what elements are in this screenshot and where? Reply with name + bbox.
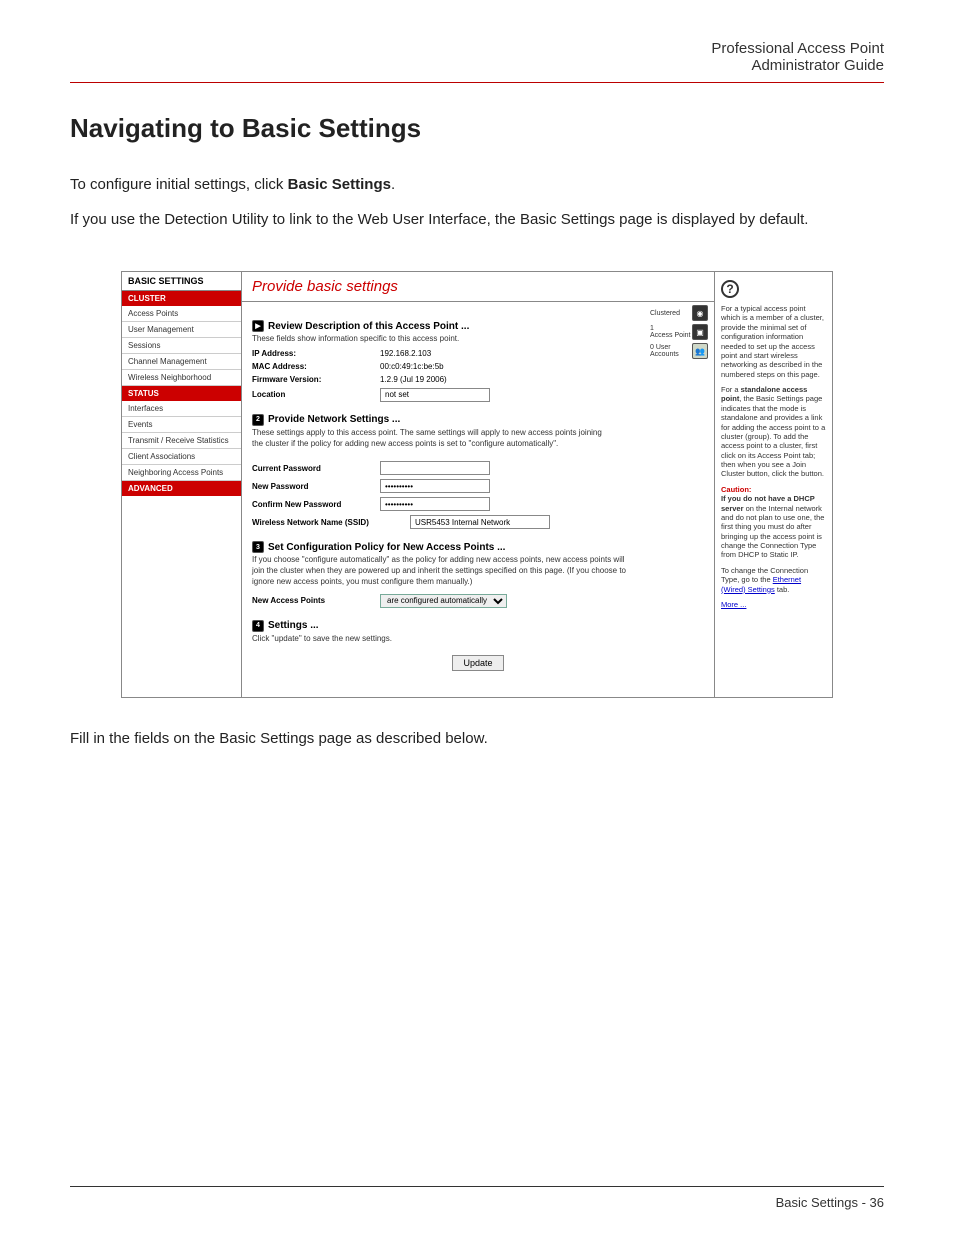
section-2-sub: These settings apply to this access poin…: [252, 428, 612, 450]
sidebar-item-client-associations[interactable]: Client Associations: [122, 449, 241, 465]
ip-label: IP Address:: [252, 349, 372, 358]
intro-paragraph-2: If you use the Detection Utility to link…: [70, 209, 884, 232]
sidebar-item-neighboring-aps[interactable]: Neighboring Access Points: [122, 465, 241, 481]
mac-value: 00:c0:49:1c:be:5b: [380, 362, 444, 371]
section-1-heading: ▶ Review Description of this Access Poin…: [252, 320, 704, 332]
sidebar-section-cluster: CLUSTER: [122, 291, 241, 306]
help-p4: To change the Connection Type, go to the…: [721, 566, 826, 594]
center-panel: Provide basic settings Clustered ◉ 1Acce…: [242, 272, 714, 697]
fw-value: 1.2.9 (Jul 19 2006): [380, 375, 447, 384]
new-access-points-select[interactable]: are configured automatically: [380, 594, 507, 608]
current-password-input[interactable]: [380, 461, 490, 475]
badge-clustered[interactable]: Clustered ◉: [650, 305, 708, 321]
help-icon[interactable]: ?: [721, 280, 739, 298]
sidebar-title[interactable]: BASIC SETTINGS: [122, 272, 241, 291]
location-input[interactable]: [380, 388, 490, 402]
help-p2: For a standalone access point, the Basic…: [721, 385, 826, 479]
new-pw-label: New Password: [252, 482, 372, 491]
section-3-heading: 3 Set Configuration Policy for New Acces…: [252, 541, 704, 553]
step-2-icon: 2: [252, 414, 264, 426]
outro-paragraph: Fill in the fields on the Basic Settings…: [70, 728, 884, 751]
confirm-password-input[interactable]: [380, 497, 490, 511]
help-caution: Caution: If you do not have a DHCP serve…: [721, 485, 826, 560]
confirm-pw-label: Confirm New Password: [252, 500, 372, 509]
mac-label: MAC Address:: [252, 362, 372, 371]
step-3-icon: 3: [252, 541, 264, 553]
cluster-icon: ◉: [692, 305, 708, 321]
intro-paragraph-1: To configure initial settings, click Bas…: [70, 174, 884, 197]
sidebar-item-sessions[interactable]: Sessions: [122, 338, 241, 354]
section-2-heading: 2 Provide Network Settings ...: [252, 414, 704, 426]
status-badges: Clustered ◉ 1Access Point ▣ 0 UserAccoun…: [650, 302, 708, 362]
badge-user-accounts[interactable]: 0 UserAccounts 👥: [650, 343, 708, 359]
badge-access-point[interactable]: 1Access Point ▣: [650, 324, 708, 340]
users-icon: 👥: [692, 343, 708, 359]
new-password-input[interactable]: [380, 479, 490, 493]
nap-label: New Access Points: [252, 596, 372, 605]
footer-divider: [70, 1186, 884, 1187]
update-button[interactable]: Update: [452, 655, 503, 671]
section-4-heading: 4 Settings ...: [252, 620, 704, 632]
sidebar-item-events[interactable]: Events: [122, 417, 241, 433]
ssid-label: Wireless Network Name (SSID): [252, 518, 402, 527]
embedded-screenshot: BASIC SETTINGS CLUSTER Access Points Use…: [121, 271, 833, 698]
sidebar-item-tx-rx-stats[interactable]: Transmit / Receive Statistics: [122, 433, 241, 449]
sidebar-item-wireless-neighborhood[interactable]: Wireless Neighborhood: [122, 370, 241, 386]
doc-header: Professional Access Point Administrator …: [70, 40, 884, 83]
sidebar-item-channel-management[interactable]: Channel Management: [122, 354, 241, 370]
section-4-sub: Click "update" to save the new settings.: [252, 634, 704, 645]
sidebar-section-status: STATUS: [122, 386, 241, 401]
ssid-input[interactable]: [410, 515, 550, 529]
sidebar-item-user-management[interactable]: User Management: [122, 322, 241, 338]
section-3-sub: If you choose "configure automatically" …: [252, 555, 632, 587]
page-title: Navigating to Basic Settings: [70, 113, 884, 144]
doc-header-line2: Administrator Guide: [751, 57, 884, 74]
sidebar: BASIC SETTINGS CLUSTER Access Points Use…: [122, 272, 242, 697]
doc-header-line1: Professional Access Point: [711, 40, 884, 57]
fw-label: Firmware Version:: [252, 375, 372, 384]
step-1-icon: ▶: [252, 320, 264, 332]
help-p1: For a typical access point which is a me…: [721, 304, 826, 379]
center-title: Provide basic settings: [242, 272, 714, 302]
sidebar-item-access-points[interactable]: Access Points: [122, 306, 241, 322]
page-footer: Basic Settings - 36: [776, 1195, 884, 1210]
device-icon: ▣: [692, 324, 708, 340]
help-panel: ? For a typical access point which is a …: [714, 272, 832, 697]
step-4-icon: 4: [252, 620, 264, 632]
more-link[interactable]: More ...: [721, 600, 746, 609]
location-label: Location: [252, 390, 372, 399]
sidebar-section-advanced: ADVANCED: [122, 481, 241, 496]
ip-value: 192.168.2.103: [380, 349, 431, 358]
section-1-sub: These fields show information specific t…: [252, 334, 704, 345]
cur-pw-label: Current Password: [252, 464, 372, 473]
sidebar-item-interfaces[interactable]: Interfaces: [122, 401, 241, 417]
